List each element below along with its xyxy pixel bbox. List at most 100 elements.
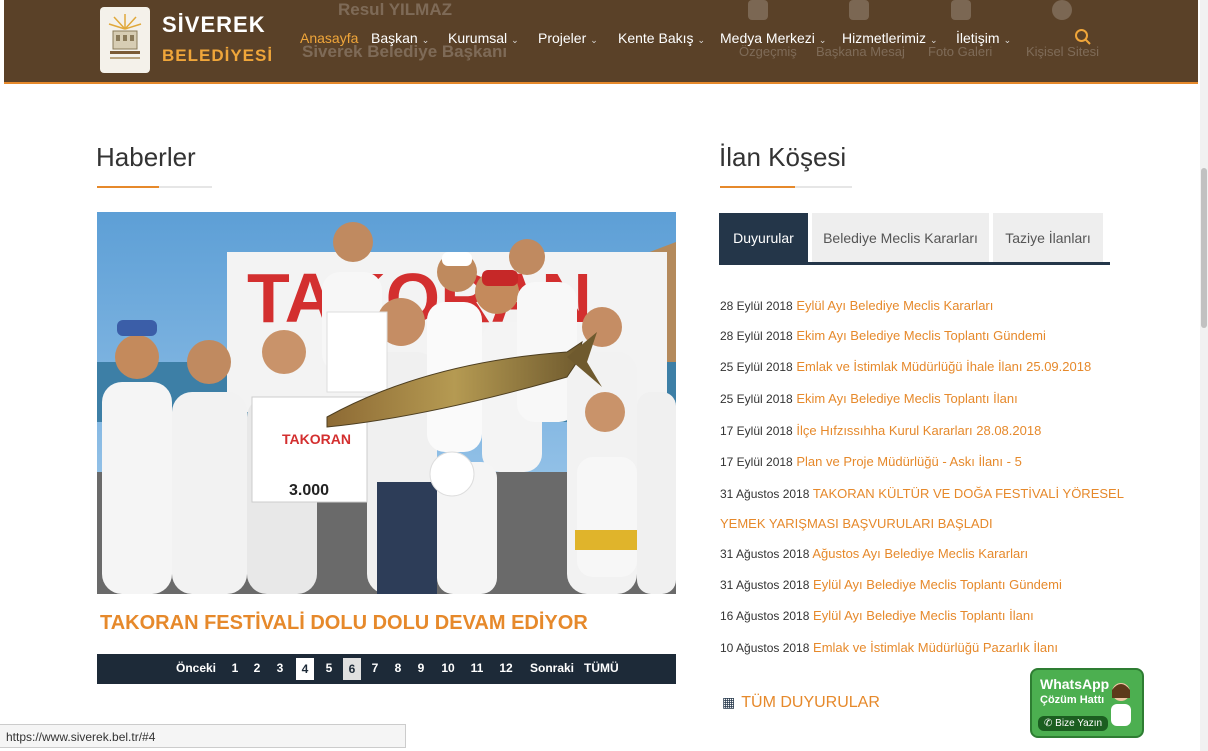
page-scrollbar[interactable]: [1200, 0, 1208, 751]
announcement-date: 31 Ağustos 2018: [720, 487, 810, 501]
pager-page-7[interactable]: 7: [370, 661, 380, 675]
nav-item-label: Anasayfa: [300, 30, 359, 46]
nav-medya-merkezi[interactable]: Medya Merkezi ⌄: [720, 30, 826, 46]
nav-item-label: Kurumsal: [448, 30, 508, 46]
nav-hizmetlerimiz[interactable]: Hizmetlerimiz ⌄: [842, 30, 938, 46]
announcement-link[interactable]: Plan ve Proje Müdürlüğü - Askı İlanı - 5: [796, 454, 1021, 469]
list-item[interactable]: 31 Ağustos 2018 Ağustos Ayı Belediye Mec…: [720, 546, 1028, 561]
ilan-title-underline: [720, 186, 852, 188]
list-item[interactable]: 28 Eylül 2018 Ekim Ayı Belediye Meclis T…: [720, 328, 1046, 343]
announcement-link[interactable]: Eylül Ayı Belediye Meclis Toplantı Günde…: [813, 577, 1062, 592]
announcement-date: 10 Ağustos 2018: [720, 641, 810, 655]
tab-duyurular[interactable]: Duyurular: [719, 213, 808, 263]
announcement-link[interactable]: Ağustos Ayı Belediye Meclis Kararları: [812, 546, 1028, 561]
all-announcements-link[interactable]: ▦ TÜM DUYURULAR: [722, 694, 880, 712]
announcement-date: 17 Eylül 2018: [720, 455, 793, 469]
logo-emblem-icon: [108, 14, 142, 59]
announcement-date: 25 Eylül 2018: [720, 360, 793, 374]
pager-page-3[interactable]: 3: [275, 661, 285, 675]
announcement-link[interactable]: Eylül Ayı Belediye Meclis Toplantı İlanı: [813, 608, 1034, 623]
whatsapp-write-button[interactable]: ✆ Bize Yazın: [1038, 716, 1109, 731]
announcement-date: 17 Eylül 2018: [720, 424, 793, 438]
festival-photo: TAKORAN TAKORAN 3.000: [97, 212, 676, 594]
whatsapp-button-label: Bize Yazın: [1055, 718, 1103, 729]
nav-item-label: Başkan: [371, 30, 418, 46]
pager-page-12[interactable]: 12: [498, 661, 514, 675]
ghost-personal-link: Kişisel Sitesi: [1026, 44, 1099, 59]
nav-item-label: İletişim: [956, 30, 1000, 46]
grid-icon: ▦: [722, 694, 736, 710]
pager-page-1[interactable]: 1: [230, 661, 240, 675]
ilan-section-title: İlan Köşesi: [719, 142, 847, 172]
announcement-date: 16 Ağustos 2018: [720, 609, 810, 623]
news-section-title: Haberler: [96, 142, 196, 172]
tab-meclis-kararlari[interactable]: Belediye Meclis Kararları: [812, 213, 989, 263]
all-announcements-label: TÜM DUYURULAR: [741, 694, 880, 711]
announcement-link[interactable]: Ekim Ayı Belediye Meclis Toplantı Gündem…: [796, 328, 1046, 343]
list-item[interactable]: 25 Eylül 2018 Emlak ve İstimlak Müdürlüğ…: [720, 359, 1091, 374]
brand-name-top[interactable]: SİVEREK: [162, 12, 266, 38]
nav-anasayfa[interactable]: Anasayfa: [300, 30, 358, 46]
pager-page-2[interactable]: 2: [252, 661, 262, 675]
logo[interactable]: [100, 7, 150, 73]
nav-item-label: Kente Bakış: [618, 30, 694, 46]
tab-taziye-ilanlari[interactable]: Taziye İlanları: [993, 213, 1103, 263]
pager-page-6[interactable]: 6: [343, 658, 361, 680]
list-item[interactable]: 16 Ağustos 2018 Eylül Ayı Belediye Mecli…: [720, 608, 1034, 623]
nav-kurumsal[interactable]: Kurumsal ⌄: [448, 30, 519, 46]
announcement-link[interactable]: TAKORAN KÜLTÜR VE DOĞA FESTİVALİ YÖRESEL: [813, 486, 1124, 501]
announcement-date: 28 Eylül 2018: [720, 299, 793, 313]
chevron-down-icon: ⌄: [930, 35, 938, 45]
list-item[interactable]: 10 Ağustos 2018 Emlak ve İstimlak Müdürl…: [720, 640, 1058, 655]
pager-page-5[interactable]: 5: [324, 661, 334, 675]
list-item-continuation[interactable]: YEMEK YARIŞMASI BAŞVURULARI BAŞLADI: [720, 516, 993, 531]
pager-all-button[interactable]: TÜMÜ: [584, 661, 619, 675]
announcement-link[interactable]: Emlak ve İstimlak Müdürlüğü İhale İlanı …: [796, 359, 1091, 374]
ghost-message-link: Başkana Mesaj: [816, 44, 905, 59]
whatsapp-title: WhatsApp: [1040, 676, 1110, 692]
globe-icon: [1052, 0, 1072, 20]
support-agent-icon: [1111, 683, 1131, 726]
announcement-link[interactable]: İlçe Hıfzıssıhha Kurul Kararları 28.08.2…: [796, 423, 1041, 438]
announcement-link[interactable]: Eylül Ayı Belediye Meclis Kararları: [796, 298, 993, 313]
announcement-link[interactable]: Emlak ve İstimlak Müdürlüğü Pazarlık İla…: [813, 640, 1058, 655]
nav-kente-bakis[interactable]: Kente Bakış ⌄: [618, 30, 705, 46]
list-item[interactable]: 31 Ağustos 2018 TAKORAN KÜLTÜR VE DOĞA F…: [720, 486, 1124, 501]
announcement-date: 28 Eylül 2018: [720, 329, 793, 343]
list-item[interactable]: 25 Eylül 2018 Ekim Ayı Belediye Meclis T…: [720, 391, 1018, 406]
pager-page-9[interactable]: 9: [416, 661, 426, 675]
whatsapp-widget[interactable]: WhatsApp Çözüm Hattı ✆ Bize Yazın: [1030, 668, 1144, 738]
chevron-down-icon: ⌄: [818, 35, 827, 45]
pager-page-11[interactable]: 11: [469, 661, 485, 675]
certificate-amount: 3.000: [289, 482, 329, 499]
news-hero-image[interactable]: TAKORAN TAKORAN 3.000: [97, 212, 676, 594]
chevron-down-icon: ⌄: [421, 35, 430, 45]
scrollbar-thumb[interactable]: [1201, 168, 1207, 328]
news-title-underline: [97, 186, 212, 188]
list-item[interactable]: 28 Eylül 2018 Eylül Ayı Belediye Meclis …: [720, 298, 993, 313]
search-icon[interactable]: [1074, 28, 1092, 46]
news-headline[interactable]: TAKORAN FESTİVALİ DOLU DOLU DEVAM EDİYOR: [100, 612, 588, 635]
announcement-link[interactable]: Ekim Ayı Belediye Meclis Toplantı İlanı: [796, 391, 1017, 406]
nav-baskan[interactable]: Başkan ⌄: [371, 30, 429, 46]
cv-icon: [748, 0, 768, 20]
announcement-link[interactable]: YEMEK YARIŞMASI BAŞVURULARI BAŞLADI: [720, 516, 993, 531]
top-navbar: SİVEREK BELEDİYESİ Resul YILMAZ Siverek …: [4, 0, 1198, 84]
nav-projeler[interactable]: Projeler ⌄: [538, 30, 598, 46]
brand-name-bottom[interactable]: BELEDİYESİ: [162, 46, 273, 66]
pager-page-8[interactable]: 8: [393, 661, 403, 675]
chevron-down-icon: ⌄: [590, 35, 598, 45]
news-pagination: Önceki 1 2 3 4 5 6 7 8 9 10 11 12 Sonrak…: [97, 654, 676, 684]
status-url-bar: https://www.siverek.bel.tr/#4: [0, 724, 406, 748]
list-item[interactable]: 31 Ağustos 2018 Eylül Ayı Belediye Mecli…: [720, 577, 1062, 592]
nav-item-label: Medya Merkezi: [720, 30, 815, 46]
ghost-gallery-link: Foto Galeri: [928, 44, 993, 59]
pager-next-button[interactable]: Sonraki: [530, 661, 574, 675]
camera-icon: [951, 0, 971, 20]
nav-iletisim[interactable]: İletişim ⌄: [956, 30, 1011, 46]
pager-page-10[interactable]: 10: [440, 661, 456, 675]
pager-page-4-current[interactable]: 4: [296, 658, 314, 680]
list-item[interactable]: 17 Eylül 2018 İlçe Hıfzıssıhha Kurul Kar…: [720, 423, 1041, 438]
list-item[interactable]: 17 Eylül 2018 Plan ve Proje Müdürlüğü - …: [720, 454, 1022, 469]
pager-prev-button[interactable]: Önceki: [176, 661, 216, 675]
